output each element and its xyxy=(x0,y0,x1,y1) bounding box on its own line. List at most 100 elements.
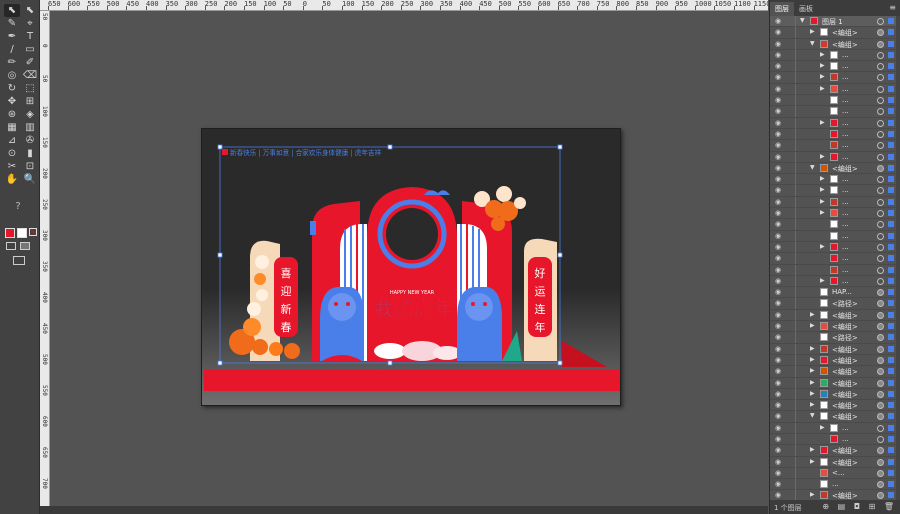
layer-name[interactable]: ... xyxy=(842,153,849,161)
layer-row[interactable]: ◉ ▼ <编组> xyxy=(770,38,900,50)
tool-icon[interactable]: ▥ xyxy=(22,121,38,134)
layer-name[interactable]: ... xyxy=(842,209,849,217)
selection-indicator[interactable] xyxy=(888,176,894,183)
layer-name[interactable]: ... xyxy=(842,130,849,138)
selection-indicator[interactable] xyxy=(888,97,894,104)
expand-arrow-icon[interactable]: ▶ xyxy=(810,28,815,35)
layer-row[interactable]: ◉ ▶ <编组> xyxy=(770,343,900,355)
tool-icon[interactable]: ⊛ xyxy=(4,108,20,121)
expand-arrow-icon[interactable]: ▶ xyxy=(820,243,825,250)
visibility-eye-icon[interactable]: ◉ xyxy=(775,446,781,454)
stage-design-artwork[interactable]: 喜 迎 新 春 好 运 连 年 HAPPY NEW YEAR 我的虎年 新春快乐… xyxy=(202,129,622,407)
expand-arrow-icon[interactable]: ▶ xyxy=(810,458,815,465)
layers-scrollbar[interactable] xyxy=(896,16,900,500)
selection-indicator[interactable] xyxy=(888,458,894,465)
selection-indicator[interactable] xyxy=(888,243,894,250)
visibility-eye-icon[interactable]: ◉ xyxy=(775,345,781,353)
layer-name[interactable]: ... xyxy=(842,85,849,93)
visibility-eye-icon[interactable]: ◉ xyxy=(775,28,781,36)
target-circle-icon[interactable] xyxy=(877,334,884,342)
expand-arrow-icon[interactable]: ▶ xyxy=(810,367,815,374)
layer-row[interactable]: ◉ ▶... xyxy=(770,196,900,209)
layer-name[interactable]: <路径> xyxy=(832,333,858,343)
layer-row[interactable]: ◉... xyxy=(770,95,900,107)
layer-row[interactable]: ◉... xyxy=(770,219,900,231)
layer-row[interactable]: ◉ ▶ <编组> xyxy=(770,321,900,333)
layer-row[interactable]: ◉ ▼ 图层 1 xyxy=(770,16,900,28)
layer-name[interactable]: ... xyxy=(842,62,849,70)
layer-action-icons[interactable]: ⊕ ▤ ◘ ⊞ 🗑 xyxy=(822,502,897,511)
tool-icon[interactable]: ↻ xyxy=(4,82,20,95)
target-circle-icon[interactable] xyxy=(877,255,884,263)
selection-indicator[interactable] xyxy=(888,51,894,58)
expand-arrow-icon[interactable]: ▼ xyxy=(810,412,815,419)
layer-name[interactable]: ... xyxy=(842,141,849,149)
layer-name[interactable]: <编组> xyxy=(832,28,858,38)
document-canvas[interactable]: 喜 迎 新 春 好 运 连 年 HAPPY NEW YEAR 我的虎年 新春快乐… xyxy=(51,12,768,506)
target-circle-icon[interactable] xyxy=(877,447,884,455)
selection-indicator[interactable] xyxy=(888,142,894,149)
layer-row[interactable]: ◉ ▶... xyxy=(770,61,900,73)
layer-row[interactable]: ◉ ▶... xyxy=(770,117,900,129)
expand-arrow-icon[interactable]: ▶ xyxy=(810,446,815,453)
layer-name[interactable]: <编组> xyxy=(832,367,858,377)
selection-indicator[interactable] xyxy=(888,390,894,397)
visibility-eye-icon[interactable]: ◉ xyxy=(775,73,781,81)
layer-name[interactable]: ... xyxy=(842,107,849,115)
selection-indicator[interactable] xyxy=(888,368,894,375)
tool-icon[interactable]: ⊡ xyxy=(22,160,38,173)
target-circle-icon[interactable] xyxy=(877,108,884,116)
layer-name[interactable]: <编组> xyxy=(832,40,858,50)
target-circle-icon[interactable] xyxy=(877,458,884,466)
target-circle-icon[interactable] xyxy=(877,232,884,240)
layer-name[interactable]: <编组> xyxy=(832,345,858,355)
layer-name[interactable]: ... xyxy=(832,480,839,488)
layer-row[interactable]: ◉ ▶... xyxy=(770,72,900,84)
target-circle-icon[interactable] xyxy=(877,153,884,161)
visibility-eye-icon[interactable]: ◉ xyxy=(775,311,781,319)
target-circle-icon[interactable] xyxy=(877,390,884,398)
layer-name[interactable]: <编组> xyxy=(832,164,858,174)
visibility-eye-icon[interactable]: ◉ xyxy=(775,458,781,466)
expand-arrow-icon[interactable]: ▶ xyxy=(810,491,815,498)
layer-name[interactable]: ... xyxy=(842,51,849,59)
target-circle-icon[interactable] xyxy=(877,176,884,184)
selection-indicator[interactable] xyxy=(888,424,894,431)
layer-row[interactable]: ◉ ▶... xyxy=(770,49,900,62)
selection-indicator[interactable] xyxy=(888,277,894,284)
tool-icon[interactable]: ⬉ xyxy=(22,4,38,17)
selection-indicator[interactable] xyxy=(888,300,894,307)
visibility-eye-icon[interactable]: ◉ xyxy=(775,288,781,296)
layer-name[interactable]: ... xyxy=(842,266,849,274)
expand-arrow-icon[interactable]: ▶ xyxy=(820,73,825,80)
tool-icon[interactable]: ⊿ xyxy=(4,134,20,147)
layer-row[interactable]: ◉ ▼ <编组> xyxy=(770,411,900,423)
visibility-eye-icon[interactable]: ◉ xyxy=(775,130,781,138)
selection-indicator[interactable] xyxy=(888,85,894,92)
layer-name[interactable]: ... xyxy=(842,73,849,81)
visibility-eye-icon[interactable]: ◉ xyxy=(775,367,781,375)
expand-arrow-icon[interactable]: ▶ xyxy=(810,379,815,386)
layer-row[interactable]: ◉... xyxy=(770,140,900,152)
visibility-eye-icon[interactable]: ◉ xyxy=(775,164,781,172)
layer-name[interactable]: <编组> xyxy=(832,491,858,500)
selection-indicator[interactable] xyxy=(888,198,894,205)
layer-name[interactable]: <... xyxy=(832,469,845,477)
layer-name[interactable]: <编组> xyxy=(832,390,858,400)
layer-name[interactable]: <路径> xyxy=(832,299,858,309)
visibility-eye-icon[interactable]: ◉ xyxy=(775,209,781,217)
layer-row[interactable]: ◉ ▶... xyxy=(770,185,900,197)
expand-arrow-icon[interactable]: ▶ xyxy=(820,153,825,160)
layer-row[interactable]: ◉ ▶... xyxy=(770,422,900,434)
layer-row[interactable]: ◉ ▶ <编组> xyxy=(770,490,900,500)
tool-icon[interactable]: ⌫ xyxy=(22,69,38,82)
tool-icon[interactable]: ◈ xyxy=(22,108,38,121)
visibility-eye-icon[interactable]: ◉ xyxy=(775,480,781,488)
selection-indicator[interactable] xyxy=(888,289,894,296)
selection-indicator[interactable] xyxy=(888,447,894,454)
selection-indicator[interactable] xyxy=(888,323,894,330)
selection-indicator[interactable] xyxy=(888,492,894,499)
stroke-color-swatch[interactable] xyxy=(17,228,27,238)
visibility-eye-icon[interactable]: ◉ xyxy=(775,62,781,70)
expand-arrow-icon[interactable]: ▶ xyxy=(810,311,815,318)
